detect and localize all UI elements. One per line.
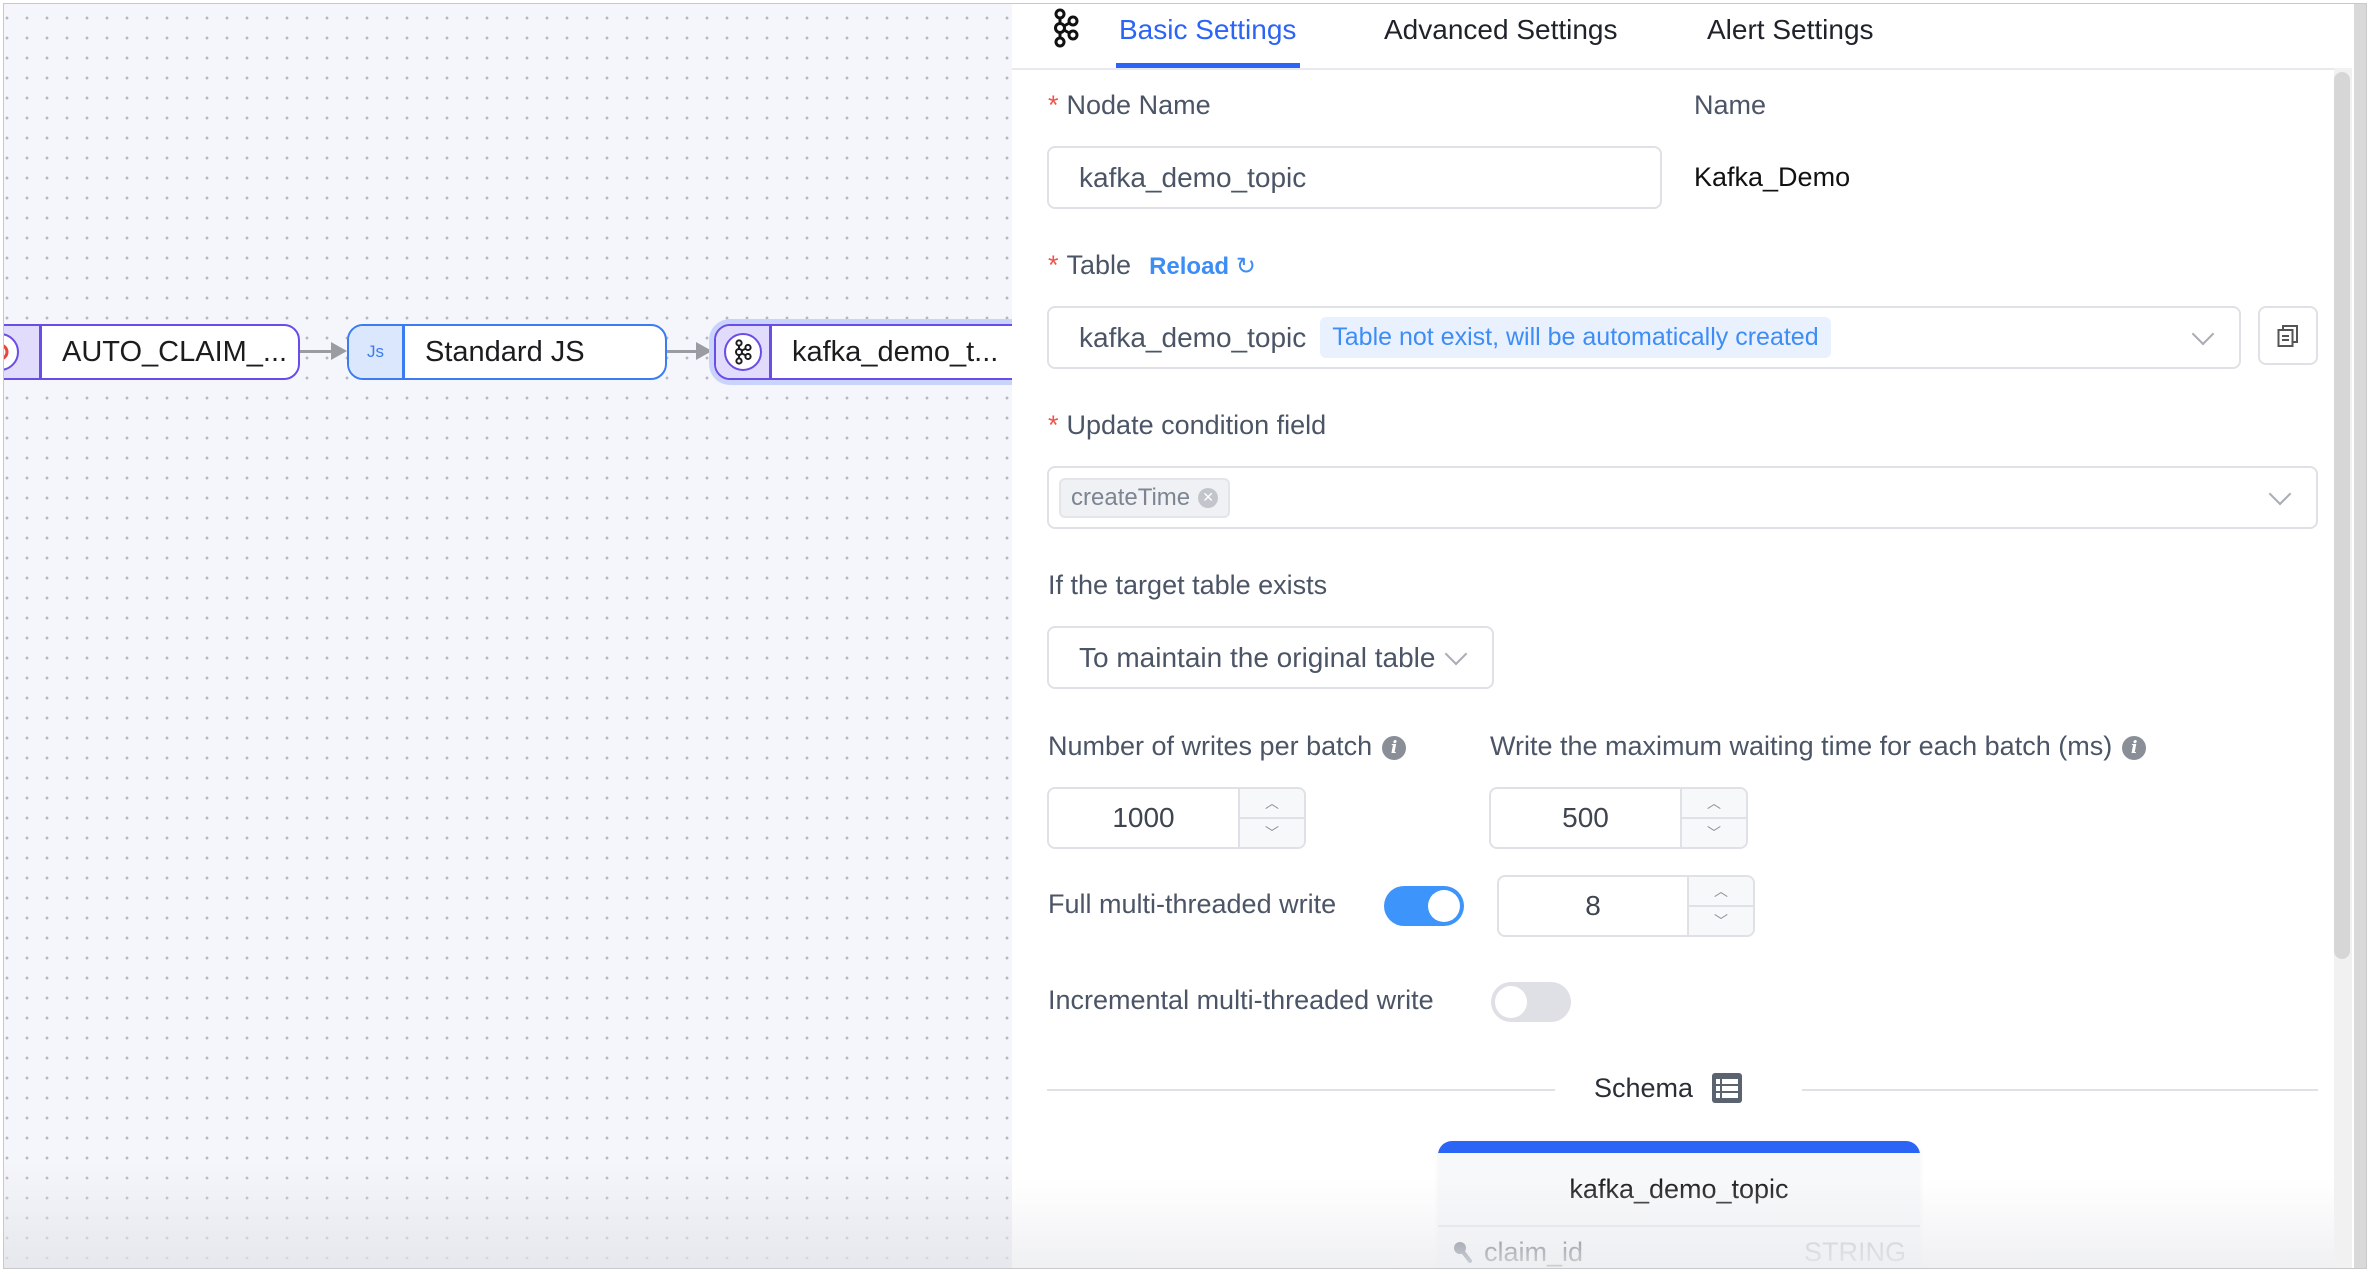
copy-button[interactable] — [2258, 306, 2318, 365]
node-source[interactable]: AUTO_CLAIM_... — [4, 324, 300, 380]
dag-canvas[interactable]: AUTO_CLAIM_... Js Standard JS kafka_demo… — [4, 4, 1044, 1268]
max-wait-label: Write the maximum waiting time for each … — [1490, 731, 2147, 762]
decrement-button[interactable]: ﹀ — [1682, 819, 1746, 847]
schema-divider-left — [1047, 1089, 1555, 1091]
key-icon — [1454, 1242, 1472, 1263]
js-icon: Js — [349, 326, 405, 378]
max-wait-stepper[interactable]: 500 ︿ ﹀ — [1489, 787, 1748, 849]
decrement-button[interactable]: ﹀ — [1689, 907, 1753, 935]
active-tab-indicator — [1116, 63, 1300, 68]
node-name-value: kafka_demo_topic — [1079, 161, 1307, 193]
tag-remove-icon[interactable]: ✕ — [1198, 487, 1219, 508]
node-kafka-icon-cell — [716, 326, 772, 378]
schema-field-row: claim_id STRING — [1438, 1227, 1920, 1268]
stepper-buttons: ︿ ﹀ — [1680, 789, 1746, 847]
node-label: kafka_demo_t... — [792, 335, 999, 368]
schema-card-accent — [1438, 1141, 1920, 1153]
toggle-knob — [1428, 890, 1460, 922]
reload-label: Reload — [1149, 253, 1230, 280]
field-type: STRING — [1803, 1236, 1906, 1267]
full-mt-threads-value[interactable]: 8 — [1499, 877, 1687, 935]
update-condition-label: * Update condition field — [1048, 410, 1326, 441]
name-value: Kafka_Demo — [1694, 162, 1851, 192]
edge-arrow-icon — [696, 342, 712, 360]
stepper-buttons: ︿ ﹀ — [1238, 789, 1304, 847]
edge-connector — [300, 350, 334, 353]
target-exists-select[interactable]: To maintain the original table structure — [1047, 626, 1494, 689]
toggle-knob — [1495, 986, 1527, 1018]
full-mt-label: Full multi-threaded write — [1048, 889, 1337, 919]
table-select[interactable]: kafka_demo_topic Table not exist, will b… — [1047, 306, 2241, 369]
target-exists-value: To maintain the original table structure — [1079, 641, 1439, 673]
condition-tag: createTime ✕ — [1059, 477, 1231, 518]
table-label: * Table Reload ↻ — [1048, 250, 1256, 281]
schema-title-text: Schema — [1594, 1072, 1694, 1103]
required-mark: * — [1048, 410, 1059, 440]
update-condition-select[interactable]: createTime ✕ — [1047, 466, 2318, 529]
table-label-text: Table — [1066, 250, 1132, 280]
node-name-input[interactable]: kafka_demo_topic — [1047, 146, 1662, 209]
table-icon[interactable] — [1711, 1072, 1743, 1104]
writes-per-batch-value[interactable]: 1000 — [1049, 789, 1238, 847]
tab-basic-settings[interactable]: Basic Settings — [1119, 14, 1296, 46]
scrollbar-thumb[interactable] — [2334, 72, 2350, 959]
kafka-icon — [723, 333, 762, 371]
edge-connector — [667, 350, 697, 353]
chevron-down-icon — [1444, 642, 1468, 666]
node-label: AUTO_CLAIM_... — [62, 335, 288, 368]
name-label: Name — [1694, 90, 1767, 120]
max-wait-label-text: Write the maximum waiting time for each … — [1490, 731, 2113, 761]
full-mt-threads-stepper[interactable]: 8 ︿ ﹀ — [1497, 875, 1755, 937]
edge-arrow-icon — [331, 342, 347, 360]
chevron-down-icon — [2268, 482, 2292, 506]
increment-button[interactable]: ︿ — [1682, 789, 1746, 819]
window-gutter — [2354, 4, 2366, 1268]
node-standard-js[interactable]: Js Standard JS — [347, 324, 667, 380]
node-source-icon-cell — [4, 326, 42, 378]
info-icon[interactable]: i — [2122, 735, 2147, 760]
schema-card: kafka_demo_topic claim_id STRING — [1438, 1141, 1920, 1268]
reload-button[interactable]: Reload ↻ — [1149, 253, 1256, 280]
canvas-bottom-shade — [4, 1160, 1012, 1268]
refresh-icon: ↻ — [1235, 253, 1256, 280]
kafka-icon — [1052, 8, 1080, 53]
info-icon[interactable]: i — [1382, 735, 1407, 760]
required-mark: * — [1048, 90, 1059, 120]
stepper-buttons: ︿ ﹀ — [1687, 877, 1753, 935]
incr-mt-label: Incremental multi-threaded write — [1048, 985, 1434, 1015]
settings-tabs: Basic Settings Advanced Settings Alert S… — [1012, 4, 2346, 70]
tab-alert-settings[interactable]: Alert Settings — [1707, 14, 1874, 46]
required-mark: * — [1048, 250, 1059, 280]
condition-tag-label: createTime — [1071, 483, 1191, 511]
max-wait-value[interactable]: 500 — [1491, 789, 1680, 847]
node-name-label: * Node Name — [1048, 90, 1211, 121]
tab-advanced-settings[interactable]: Advanced Settings — [1384, 14, 1618, 46]
node-name-label-text: Node Name — [1066, 90, 1211, 120]
window: AUTO_CLAIM_... Js Standard JS kafka_demo… — [3, 3, 2367, 1269]
schema-divider-right — [1802, 1089, 2318, 1091]
schema-title: Schema — [1594, 1072, 1743, 1104]
table-value: kafka_demo_topic — [1079, 321, 1307, 353]
node-settings-panel: Basic Settings Advanced Settings Alert S… — [1012, 4, 2366, 1268]
update-condition-label-text: Update condition field — [1066, 410, 1327, 440]
incr-mt-toggle[interactable] — [1491, 982, 1571, 1022]
writes-per-batch-stepper[interactable]: 1000 ︿ ﹀ — [1047, 787, 1306, 849]
field-name: claim_id — [1484, 1236, 1584, 1267]
chevron-down-icon — [2191, 322, 2215, 346]
table-not-exist-hint: Table not exist, will be automatically c… — [1320, 317, 1831, 358]
schema-table-name: kafka_demo_topic — [1438, 1153, 1920, 1227]
increment-button[interactable]: ︿ — [1240, 789, 1304, 819]
copy-icon — [2277, 324, 2298, 347]
writes-per-batch-label-text: Number of writes per batch — [1048, 731, 1373, 761]
node-kafka-target[interactable]: kafka_demo_t... — [714, 324, 1044, 380]
target-exists-label: If the target table exists — [1048, 570, 1328, 600]
node-label: Standard JS — [425, 335, 585, 368]
increment-button[interactable]: ︿ — [1689, 877, 1753, 907]
writes-per-batch-label: Number of writes per batch i — [1048, 731, 1407, 762]
decrement-button[interactable]: ﹀ — [1240, 819, 1304, 847]
full-mt-toggle[interactable] — [1384, 886, 1464, 926]
source-db-icon — [4, 333, 19, 371]
